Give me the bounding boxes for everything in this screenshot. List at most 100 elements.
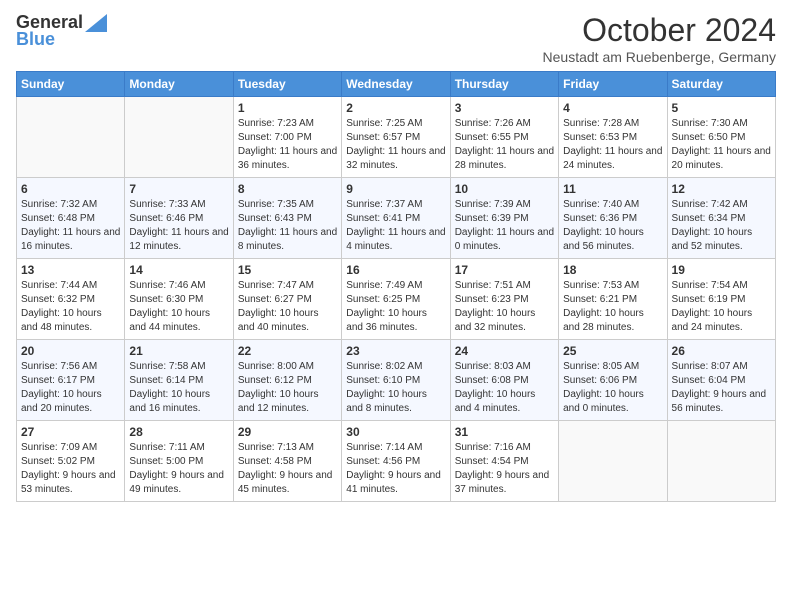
- calendar-cell: 23 Sunrise: 8:02 AMSunset: 6:10 PMDayligh…: [342, 340, 450, 421]
- day-number: 28: [129, 425, 228, 439]
- day-info: Sunrise: 7:11 AMSunset: 5:00 PMDaylight:…: [129, 441, 228, 497]
- calendar-cell: 17 Sunrise: 7:51 AMSunset: 6:23 PMDayligh…: [450, 259, 558, 340]
- calendar-cell: [125, 97, 233, 178]
- calendar-cell: 26 Sunrise: 8:07 AMSunset: 6:04 PMDayligh…: [667, 340, 775, 421]
- calendar-cell: 16 Sunrise: 7:49 AMSunset: 6:25 PMDayligh…: [342, 259, 450, 340]
- day-number: 18: [563, 263, 662, 277]
- col-tuesday: Tuesday: [233, 72, 341, 97]
- day-info: Sunrise: 7:51 AMSunset: 6:23 PMDaylight:…: [455, 279, 554, 335]
- day-info: Sunrise: 7:42 AMSunset: 6:34 PMDaylight:…: [672, 198, 771, 254]
- day-info: Sunrise: 8:07 AMSunset: 6:04 PMDaylight:…: [672, 360, 771, 416]
- calendar-cell: [17, 97, 125, 178]
- day-info: Sunrise: 7:25 AMSunset: 6:57 PMDaylight:…: [346, 117, 445, 173]
- day-info: Sunrise: 7:28 AMSunset: 6:53 PMDaylight:…: [563, 117, 662, 173]
- day-number: 26: [672, 344, 771, 358]
- calendar-week-3: 13Sunrise: 7:44 AMSunset: 6:32 PMDayligh…: [17, 259, 776, 340]
- day-info: Sunrise: 7:40 AMSunset: 6:36 PMDaylight:…: [563, 198, 662, 254]
- day-number: 3: [455, 101, 554, 115]
- day-number: 4: [563, 101, 662, 115]
- calendar-week-5: 27Sunrise: 7:09 AMSunset: 5:02 PMDayligh…: [17, 421, 776, 502]
- day-number: 14: [129, 263, 228, 277]
- calendar-cell: 1 Sunrise: 7:23 AMSunset: 7:00 PMDaylight…: [233, 97, 341, 178]
- title-section: October 2024 Neustadt am Ruebenberge, Ge…: [543, 12, 776, 65]
- logo-icon: [85, 14, 107, 32]
- col-saturday: Saturday: [667, 72, 775, 97]
- day-number: 25: [563, 344, 662, 358]
- day-info: Sunrise: 7:23 AMSunset: 7:00 PMDaylight:…: [238, 117, 337, 173]
- day-number: 22: [238, 344, 337, 358]
- calendar-cell: 30Sunrise: 7:14 AMSunset: 4:56 PMDayligh…: [342, 421, 450, 502]
- calendar-cell: 22 Sunrise: 8:00 AMSunset: 6:12 PMDayligh…: [233, 340, 341, 421]
- calendar-cell: 21 Sunrise: 7:58 AMSunset: 6:14 PMDayligh…: [125, 340, 233, 421]
- day-info: Sunrise: 7:46 AMSunset: 6:30 PMDaylight:…: [129, 279, 228, 335]
- day-info: Sunrise: 7:13 AMSunset: 4:58 PMDaylight:…: [238, 441, 337, 497]
- calendar-cell: 12 Sunrise: 7:42 AMSunset: 6:34 PMDayligh…: [667, 178, 775, 259]
- day-info: Sunrise: 7:09 AMSunset: 5:02 PMDaylight:…: [21, 441, 120, 497]
- logo: General Blue: [16, 12, 107, 50]
- day-number: 19: [672, 263, 771, 277]
- day-number: 8: [238, 182, 337, 196]
- day-number: 24: [455, 344, 554, 358]
- day-number: 9: [346, 182, 445, 196]
- calendar-cell: [559, 421, 667, 502]
- calendar-cell: 7Sunrise: 7:33 AMSunset: 6:46 PMDaylight…: [125, 178, 233, 259]
- col-monday: Monday: [125, 72, 233, 97]
- day-number: 2: [346, 101, 445, 115]
- header: General Blue October 2024 Neustadt am Ru…: [16, 12, 776, 65]
- calendar-cell: 3 Sunrise: 7:26 AMSunset: 6:55 PMDaylight…: [450, 97, 558, 178]
- calendar-week-2: 6 Sunrise: 7:32 AMSunset: 6:48 PMDaylight…: [17, 178, 776, 259]
- day-number: 29: [238, 425, 337, 439]
- day-number: 17: [455, 263, 554, 277]
- calendar-cell: 10 Sunrise: 7:39 AMSunset: 6:39 PMDayligh…: [450, 178, 558, 259]
- calendar-cell: 27Sunrise: 7:09 AMSunset: 5:02 PMDayligh…: [17, 421, 125, 502]
- day-number: 5: [672, 101, 771, 115]
- calendar-table: Sunday Monday Tuesday Wednesday Thursday…: [16, 71, 776, 502]
- day-info: Sunrise: 7:53 AMSunset: 6:21 PMDaylight:…: [563, 279, 662, 335]
- calendar-week-4: 20 Sunrise: 7:56 AMSunset: 6:17 PMDayligh…: [17, 340, 776, 421]
- calendar-cell: 25 Sunrise: 8:05 AMSunset: 6:06 PMDayligh…: [559, 340, 667, 421]
- month-title: October 2024: [543, 12, 776, 49]
- day-number: 13: [21, 263, 120, 277]
- day-number: 16: [346, 263, 445, 277]
- day-info: Sunrise: 7:30 AMSunset: 6:50 PMDaylight:…: [672, 117, 771, 173]
- calendar-cell: 13Sunrise: 7:44 AMSunset: 6:32 PMDayligh…: [17, 259, 125, 340]
- calendar-cell: 29 Sunrise: 7:13 AMSunset: 4:58 PMDayligh…: [233, 421, 341, 502]
- calendar-cell: 11Sunrise: 7:40 AMSunset: 6:36 PMDayligh…: [559, 178, 667, 259]
- calendar-cell: 14 Sunrise: 7:46 AMSunset: 6:30 PMDayligh…: [125, 259, 233, 340]
- day-info: Sunrise: 7:14 AMSunset: 4:56 PMDaylight:…: [346, 441, 445, 497]
- calendar-cell: 28 Sunrise: 7:11 AMSunset: 5:00 PMDayligh…: [125, 421, 233, 502]
- day-info: Sunrise: 7:26 AMSunset: 6:55 PMDaylight:…: [455, 117, 554, 173]
- day-info: Sunrise: 7:56 AMSunset: 6:17 PMDaylight:…: [21, 360, 120, 416]
- calendar-cell: 9Sunrise: 7:37 AMSunset: 6:41 PMDaylight…: [342, 178, 450, 259]
- subtitle: Neustadt am Ruebenberge, Germany: [543, 49, 776, 65]
- col-sunday: Sunday: [17, 72, 125, 97]
- day-info: Sunrise: 7:54 AMSunset: 6:19 PMDaylight:…: [672, 279, 771, 335]
- col-friday: Friday: [559, 72, 667, 97]
- day-info: Sunrise: 7:35 AMSunset: 6:43 PMDaylight:…: [238, 198, 337, 254]
- col-wednesday: Wednesday: [342, 72, 450, 97]
- calendar-cell: 19 Sunrise: 7:54 AMSunset: 6:19 PMDayligh…: [667, 259, 775, 340]
- calendar-cell: [667, 421, 775, 502]
- calendar-cell: 6 Sunrise: 7:32 AMSunset: 6:48 PMDaylight…: [17, 178, 125, 259]
- day-info: Sunrise: 7:32 AMSunset: 6:48 PMDaylight:…: [21, 198, 120, 254]
- day-info: Sunrise: 8:02 AMSunset: 6:10 PMDaylight:…: [346, 360, 445, 416]
- calendar-cell: 20 Sunrise: 7:56 AMSunset: 6:17 PMDayligh…: [17, 340, 125, 421]
- day-number: 12: [672, 182, 771, 196]
- calendar-cell: 5 Sunrise: 7:30 AMSunset: 6:50 PMDaylight…: [667, 97, 775, 178]
- day-number: 6: [21, 182, 120, 196]
- calendar-week-1: 1 Sunrise: 7:23 AMSunset: 7:00 PMDaylight…: [17, 97, 776, 178]
- header-row: Sunday Monday Tuesday Wednesday Thursday…: [17, 72, 776, 97]
- day-number: 20: [21, 344, 120, 358]
- calendar-cell: 18 Sunrise: 7:53 AMSunset: 6:21 PMDayligh…: [559, 259, 667, 340]
- day-info: Sunrise: 7:58 AMSunset: 6:14 PMDaylight:…: [129, 360, 228, 416]
- day-number: 21: [129, 344, 228, 358]
- day-info: Sunrise: 7:39 AMSunset: 6:39 PMDaylight:…: [455, 198, 554, 254]
- day-number: 1: [238, 101, 337, 115]
- day-info: Sunrise: 8:00 AMSunset: 6:12 PMDaylight:…: [238, 360, 337, 416]
- calendar-cell: 8 Sunrise: 7:35 AMSunset: 6:43 PMDaylight…: [233, 178, 341, 259]
- day-info: Sunrise: 8:05 AMSunset: 6:06 PMDaylight:…: [563, 360, 662, 416]
- day-info: Sunrise: 7:49 AMSunset: 6:25 PMDaylight:…: [346, 279, 445, 335]
- day-number: 23: [346, 344, 445, 358]
- day-number: 10: [455, 182, 554, 196]
- col-thursday: Thursday: [450, 72, 558, 97]
